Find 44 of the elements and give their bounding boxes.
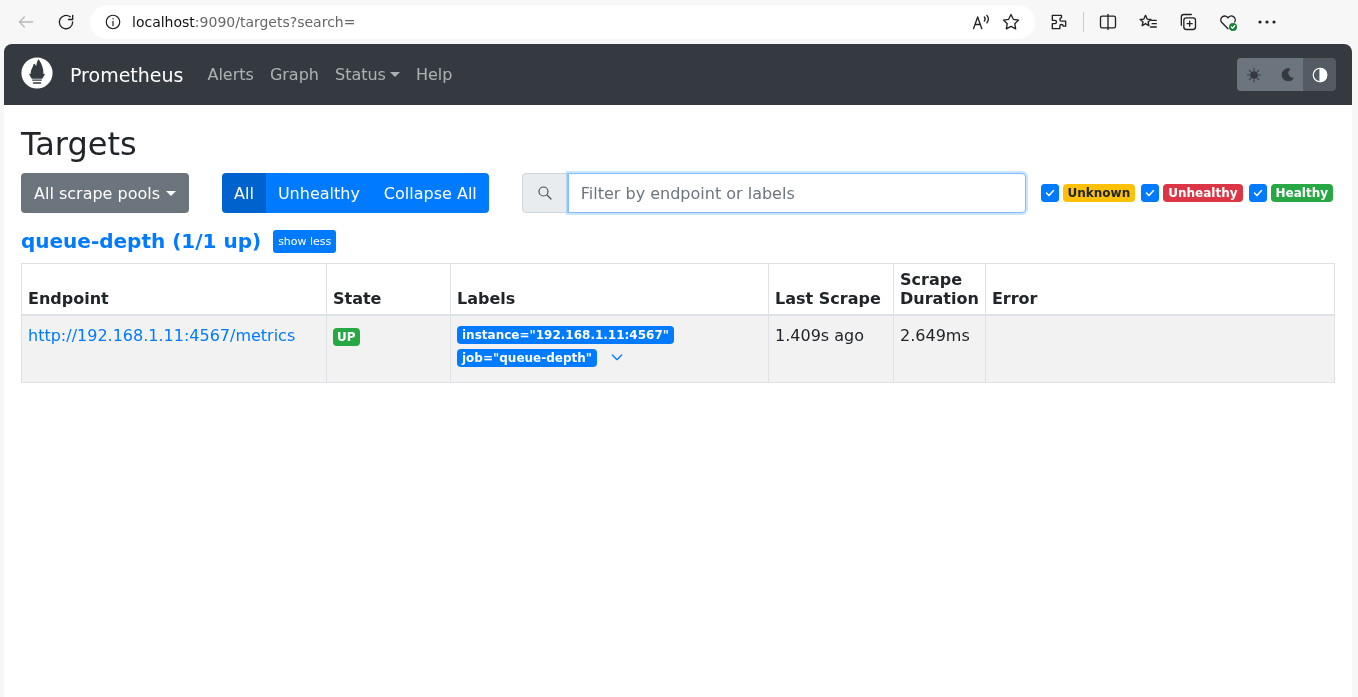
nav-link[interactable]: Help (407, 57, 461, 92)
read-aloud-icon[interactable] (971, 12, 991, 32)
nav-link[interactable]: Graph (261, 57, 327, 92)
table-cell: 1.409s ago (768, 315, 894, 383)
show-less-button[interactable]: show less (273, 229, 337, 253)
brand-title[interactable]: Prometheus (70, 63, 184, 86)
puzzle-icon (1049, 12, 1069, 32)
pool-title-link[interactable]: queue-depth (1/1 up) (21, 229, 262, 253)
search-glyph-icon (535, 184, 554, 202)
heart-check-icon (1218, 12, 1238, 32)
half-circle-icon (1310, 65, 1329, 84)
checkbox[interactable] (1141, 184, 1160, 202)
check-icon (1251, 187, 1264, 199)
label-badge: instance="192.168.1.11:4567" (457, 326, 674, 344)
health-badge: Unhealthy (1163, 184, 1243, 202)
filter-button[interactable]: Unhealthy (265, 173, 372, 213)
flame-logo-icon (20, 55, 54, 90)
address-bar[interactable]: localhost:9090/targets?search= (90, 5, 1035, 39)
table-cell: 2.649ms (893, 315, 986, 383)
collections-icon (1178, 12, 1198, 32)
reload-icon (56, 12, 76, 32)
filter-button[interactable]: Collapse All (371, 173, 489, 213)
check-icon (1043, 187, 1056, 199)
filter-button[interactable]: All (222, 173, 266, 213)
label-badge: job="queue-depth" (457, 349, 598, 367)
checkbox[interactable] (1248, 184, 1267, 202)
checkbox[interactable] (1040, 184, 1059, 202)
theme-button[interactable] (1303, 58, 1336, 91)
search-field[interactable]: Filter by endpoint or labels (567, 173, 1026, 213)
health-badge: Unknown (1062, 184, 1136, 202)
nav-link[interactable]: Alerts (199, 57, 262, 92)
health-badge: Healthy (1270, 184, 1333, 202)
sun-icon (1245, 66, 1262, 83)
star-icon[interactable] (1001, 12, 1021, 32)
check-icon (1144, 187, 1157, 199)
url-text: localhost:9090/targets?search= (132, 14, 356, 30)
more-icon (1258, 20, 1276, 24)
page-title: Targets (21, 124, 138, 165)
info-icon (104, 13, 122, 31)
moon-icon (1278, 66, 1295, 83)
state-badge: UP (333, 328, 360, 346)
nav-link[interactable]: Status (326, 57, 408, 92)
split-screen-icon (1098, 12, 1118, 32)
scrape-pool-dropdown[interactable]: All scrape pools (21, 173, 190, 213)
